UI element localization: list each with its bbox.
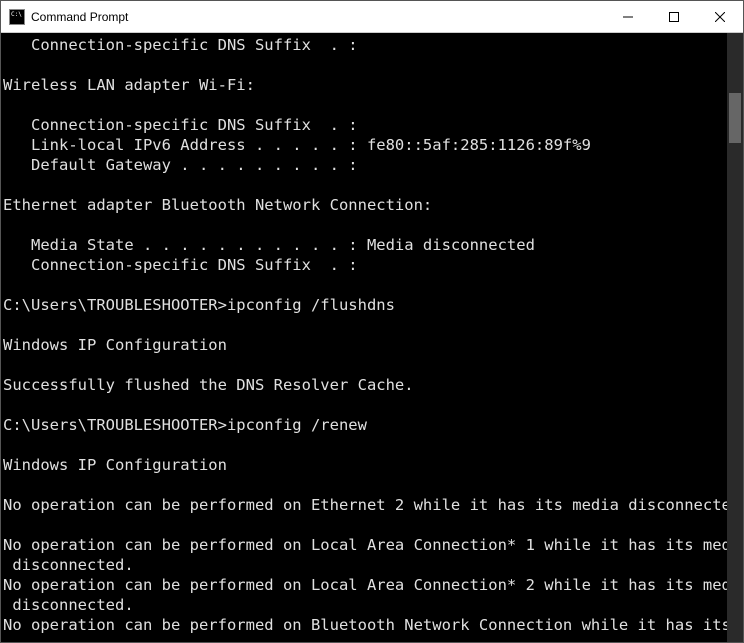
minimize-icon: [623, 12, 633, 22]
close-button[interactable]: [697, 1, 743, 32]
app-icon: [9, 9, 25, 25]
maximize-icon: [669, 12, 679, 22]
content-area: Connection-specific DNS Suffix . : Wirel…: [1, 33, 743, 642]
title-bar[interactable]: Command Prompt: [1, 1, 743, 33]
window-title: Command Prompt: [31, 10, 605, 24]
window-controls: [605, 1, 743, 32]
terminal-output[interactable]: Connection-specific DNS Suffix . : Wirel…: [1, 33, 727, 642]
scroll-thumb[interactable]: [729, 93, 741, 143]
minimize-button[interactable]: [605, 1, 651, 32]
maximize-button[interactable]: [651, 1, 697, 32]
vertical-scrollbar[interactable]: [727, 33, 743, 642]
close-icon: [715, 12, 725, 22]
command-prompt-window: Command Prompt Connection-specific DNS S…: [0, 0, 744, 643]
